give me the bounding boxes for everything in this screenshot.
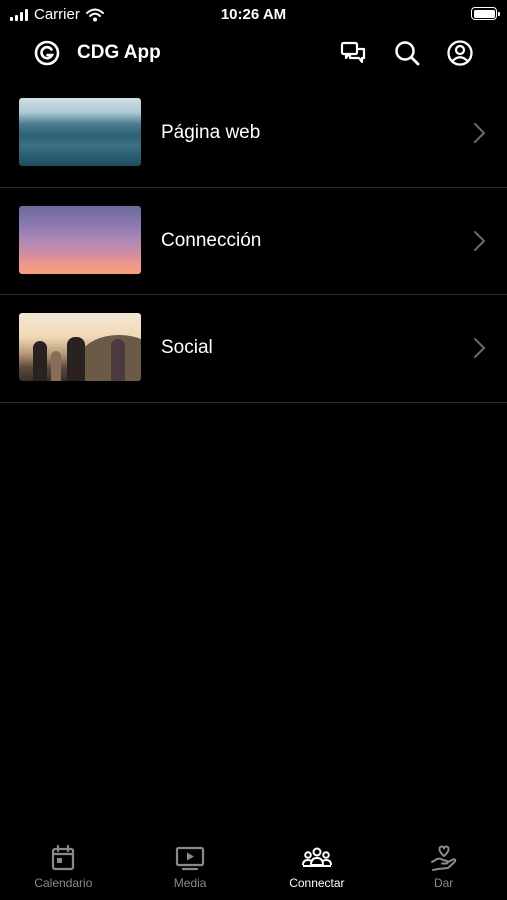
logo-icon[interactable] bbox=[34, 40, 60, 66]
friends-thumbnail bbox=[19, 313, 141, 381]
tab-bar: Calendario Media Connectar Dar bbox=[0, 838, 507, 900]
search-icon[interactable] bbox=[393, 39, 421, 67]
tab-label: Dar bbox=[433, 876, 454, 890]
chat-icon[interactable] bbox=[339, 39, 367, 67]
tab-label: Media bbox=[173, 876, 207, 890]
tab-dar[interactable]: Dar bbox=[380, 838, 507, 900]
calendar-icon bbox=[52, 844, 75, 871]
list-item-label: Social bbox=[161, 337, 213, 358]
tab-calendario[interactable]: Calendario bbox=[0, 838, 127, 900]
battery-icon bbox=[471, 7, 500, 20]
chevron-right-icon bbox=[474, 123, 485, 143]
tab-label: Connectar bbox=[289, 876, 345, 890]
app-header: CDG App bbox=[0, 30, 507, 76]
connect-list: Página web Connección Social bbox=[0, 80, 507, 403]
list-item-social[interactable]: Social bbox=[0, 295, 507, 403]
play-icon bbox=[176, 846, 205, 871]
chevron-right-icon bbox=[474, 338, 485, 358]
account-icon[interactable] bbox=[446, 39, 474, 67]
ocean-thumbnail bbox=[19, 98, 141, 166]
status-bar: Carrier 10:26 AM bbox=[0, 0, 507, 28]
list-item-conneccion[interactable]: Connección bbox=[0, 188, 507, 295]
list-item-label: Connección bbox=[161, 229, 262, 251]
list-item-pagina-web[interactable]: Página web bbox=[0, 80, 507, 188]
tab-media[interactable]: Media bbox=[127, 838, 254, 900]
giving-hand-icon bbox=[430, 845, 456, 871]
sunset-thumbnail bbox=[19, 205, 141, 274]
status-time: 10:26 AM bbox=[220, 6, 287, 23]
list-item-label: Página web bbox=[161, 122, 261, 143]
tab-connectar[interactable]: Connectar bbox=[254, 838, 381, 900]
people-icon bbox=[301, 847, 332, 867]
chevron-right-icon bbox=[474, 230, 485, 251]
app-title: CDG App bbox=[77, 42, 161, 63]
tab-label: Calendario bbox=[34, 876, 93, 890]
